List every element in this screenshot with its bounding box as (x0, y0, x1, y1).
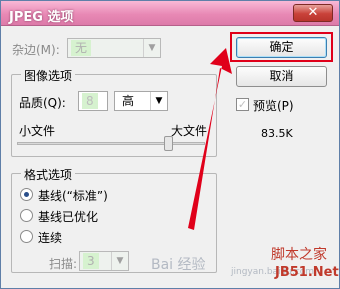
chevron-down-icon: ▼ (143, 39, 160, 57)
checkmark-icon: ✓ (237, 98, 248, 111)
close-button[interactable]: ✕ (293, 4, 333, 22)
small-file-label: 小文件 (19, 124, 56, 138)
baseline-standard-label: 基线(“标准”) (38, 189, 108, 203)
scan-label: 扫描: (49, 257, 78, 271)
quality-slider-thumb[interactable] (164, 136, 173, 151)
watermark-site-name: 脚本之家 (271, 247, 327, 263)
radio-baseline-optimized[interactable] (20, 209, 33, 222)
red-arrow-annotation (188, 48, 232, 230)
matte-value: 无 (71, 40, 92, 56)
dialog-title: JPEG 选项 (9, 10, 74, 25)
baseline-optimized-label: 基线已优化 (38, 210, 99, 224)
quality-level-select[interactable]: 高 ▼ (114, 91, 168, 111)
scan-value: 3 (83, 253, 99, 269)
jpeg-options-dialog: JPEG 选项 ✕ 杂边(M): 无 ▼ 图像选项 品质(Q): 8 高 ▼ 小… (0, 0, 340, 289)
file-size: 83.5K (261, 127, 293, 140)
scan-select[interactable]: 3 ▼ (79, 251, 129, 271)
chevron-down-icon: ▼ (111, 252, 128, 270)
quality-input[interactable]: 8 (78, 91, 108, 111)
cancel-button[interactable]: 取消 (236, 66, 327, 87)
radio-baseline-standard[interactable] (20, 188, 33, 201)
cancel-button-label: 取消 (269, 69, 294, 83)
watermark-site-domain: JB51.Net (275, 265, 339, 280)
progressive-label: 连续 (38, 231, 63, 245)
matte-label: 杂边(M): (12, 43, 60, 57)
preview-checkbox[interactable]: ✓ (236, 98, 249, 111)
title-bar[interactable]: JPEG 选项 ✕ (1, 1, 339, 26)
format-options-title: 格式选项 (21, 166, 76, 183)
matte-select[interactable]: 无 ▼ (67, 38, 161, 58)
radio-progressive[interactable] (20, 230, 33, 243)
close-icon: ✕ (307, 5, 319, 20)
preview-label: 预览(P) (253, 99, 294, 113)
watermark-baidu: Bai 经验 (151, 257, 206, 273)
image-options-title: 图像选项 (21, 67, 76, 84)
ok-button[interactable]: 确定 (236, 37, 327, 58)
quality-slider-track[interactable] (17, 142, 205, 145)
quality-level-value: 高 (122, 94, 135, 108)
chevron-down-icon: ▼ (150, 92, 167, 110)
ok-button-label: 确定 (269, 40, 294, 54)
quality-value: 8 (82, 93, 98, 109)
quality-label: 品质(Q): (19, 96, 66, 110)
